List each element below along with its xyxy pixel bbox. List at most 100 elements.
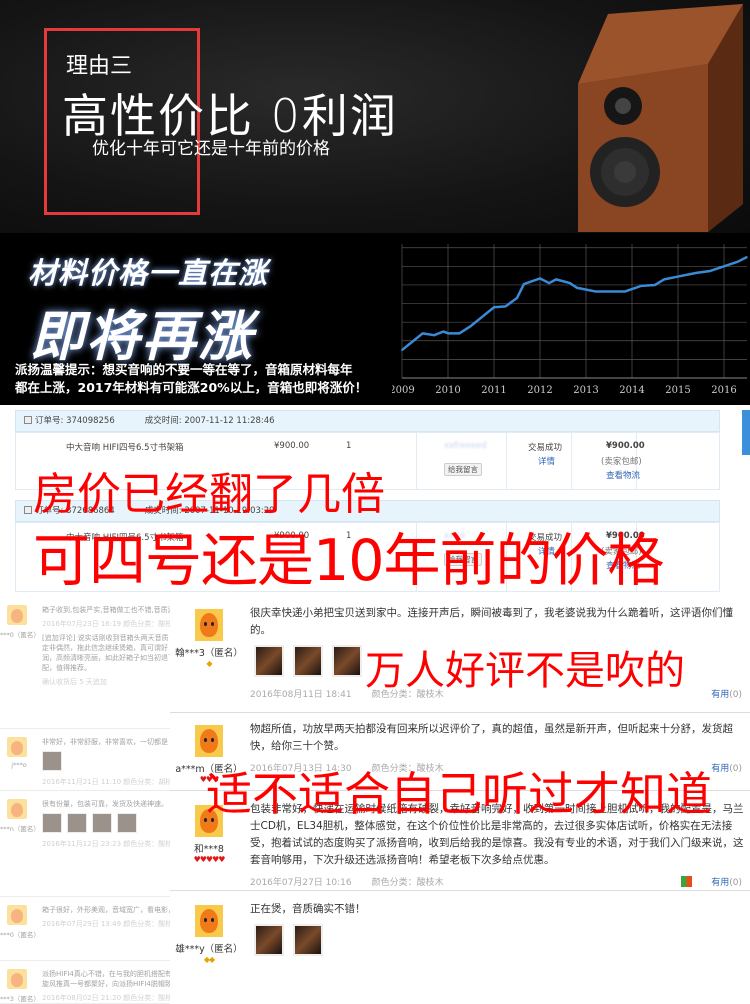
- left-review-item: ***0（匿名） 箱子很好，外形美观，音域宽广，看电影， 2016年07月29日 1…: [0, 897, 170, 961]
- total-price: ¥900.00: [606, 441, 645, 451]
- avatar-face: [200, 909, 218, 933]
- band-headline: 即将再涨: [30, 305, 254, 368]
- append-text: 定非偶然，拖此信念继续煲箱，真可谓好: [42, 644, 168, 652]
- useful-button[interactable]: 有用(0): [711, 875, 742, 888]
- data-point: [447, 332, 449, 335]
- note-line-1: 派扬温馨提示：想买音响的不要一等在等了，音箱原材料每年: [15, 362, 353, 377]
- useful-button[interactable]: 有用(0): [711, 687, 742, 700]
- left-review-item: j***o 非常好，非常舒服，非常喜欢，一切都是 2016年11月21日 11:10…: [0, 729, 170, 791]
- reviewer-name: ***0（匿名）: [0, 631, 40, 639]
- avatar: [195, 609, 223, 641]
- seller-name[interactable]: xxfreeeed: [444, 441, 487, 451]
- data-point: [640, 285, 642, 287]
- order-time: 成交时间: 2007-11-12 11:28:46: [144, 416, 275, 426]
- reviewer-name: j***o: [11, 761, 27, 769]
- data-point: [569, 282, 571, 284]
- reviewer-level-badge: ◆◆: [203, 955, 215, 964]
- reviewer-name: ***3（匿名）: [0, 995, 40, 1003]
- data-point: [677, 275, 679, 278]
- column-divider: [506, 433, 507, 489]
- data-point: [663, 278, 665, 281]
- avatar: [7, 969, 27, 989]
- x-tick-label: 2009: [392, 385, 415, 396]
- data-point: [737, 260, 739, 263]
- data-point: [548, 282, 550, 284]
- data-point: [433, 334, 435, 336]
- avatar: [7, 605, 27, 625]
- append-meta: 确认收货后 5 天追加: [42, 678, 107, 686]
- review-photo[interactable]: [42, 813, 62, 833]
- review-photo[interactable]: [332, 645, 362, 677]
- review-photo[interactable]: [92, 813, 112, 833]
- x-tick-label: 2016: [711, 385, 736, 396]
- data-point: [470, 325, 472, 327]
- order-number: 订单号: 374098256: [35, 416, 115, 426]
- review-item: 雄***y（匿名） ◆◆ 正在煲，音质确实不错！: [170, 891, 750, 1004]
- avatar: [195, 725, 223, 757]
- review-photo[interactable]: [293, 645, 323, 677]
- left-review-item: ***3（匿名） 派扬HIFI4真心不错，在与我的胆机搭配有 旋风推真一号都聚好，向…: [0, 961, 170, 1004]
- detail-link[interactable]: 详情: [538, 455, 555, 467]
- avatar: [7, 905, 27, 925]
- data-point: [442, 330, 445, 333]
- material-price-chart: 2009 2010 2011 2012 2013 2014 2015 2016: [392, 244, 748, 396]
- data-point: [594, 290, 596, 293]
- review-text: 正在煲，音质确实不错！: [250, 903, 366, 915]
- speaker-image: [578, 4, 743, 232]
- data-point: [412, 339, 415, 342]
- data-point: [709, 270, 711, 272]
- review-text: 非常好，非常舒服，非常喜欢，一切都是: [42, 738, 168, 746]
- order-checkbox[interactable]: [24, 416, 32, 424]
- review-text: 物超所值，功放早两天拍都没有回来所以迟评价了，真的超值，虽然是新开声，但听起来十…: [250, 723, 733, 752]
- review-date: 2016年07月27日 10:16: [250, 878, 352, 888]
- avatar-face: [200, 613, 218, 637]
- overlay-reviews-real: 万人好评不是吹的: [365, 648, 685, 694]
- column-divider: [416, 433, 417, 489]
- gift-icon[interactable]: [681, 876, 692, 887]
- x-tick-label: 2010: [435, 385, 460, 396]
- useful-count: (0): [729, 764, 742, 774]
- review-photo[interactable]: [67, 813, 87, 833]
- reviewer-name: ***n（匿名）: [0, 825, 40, 833]
- review-photo[interactable]: [254, 645, 284, 677]
- left-review-item: ***n（匿名） 很有份量，包装可靠，发货及快递神速。 2016年11月12日 23…: [0, 791, 170, 897]
- order-header: 订单号: 374098256 成交时间: 2007-11-12 11:28:46: [15, 410, 720, 432]
- reviewer-name[interactable]: 翰***3（匿名）: [170, 645, 248, 659]
- data-point: [401, 349, 403, 351]
- review-date: 2016年08月11日 18:41: [250, 690, 352, 700]
- reviewer-name: ***0（匿名）: [0, 931, 40, 939]
- data-point: [624, 290, 626, 293]
- x-tick-label: 2013: [573, 385, 598, 396]
- order-checkbox[interactable]: [24, 506, 32, 514]
- review-meta: 2016年08月02日 21:20 颜色分类：酸枝木: [42, 994, 170, 1002]
- data-point: [555, 278, 557, 281]
- note-line-2: 都在上涨，2017年材料有可能涨20%以上，音箱也即将涨价！: [15, 380, 368, 395]
- scrollbar[interactable]: [742, 410, 750, 455]
- shipping-note: (卖家包邮): [601, 457, 642, 467]
- logistics-link[interactable]: 查看物流: [606, 469, 640, 481]
- product-name[interactable]: 中大音响 HIFI四号6.5寸书架箱: [66, 441, 184, 453]
- append-text: 配，值得推荐。: [42, 664, 91, 672]
- overlay-same-price: 可四号还是10年前的价格: [33, 528, 665, 594]
- append-text: [追加评论] 说实话刚收到音箱头两天音质: [42, 634, 169, 642]
- review-text: 很有份量，包装可靠，发货及快递神速。: [42, 800, 168, 808]
- review-photo[interactable]: [254, 924, 284, 956]
- overlay-listen-yourself: 适不适合自己听过才知道: [206, 767, 712, 821]
- review-photo[interactable]: [293, 924, 323, 956]
- review-meta: 2016年11月21日 11:10 颜色分类：胡桃木: [42, 778, 170, 786]
- data-point: [493, 306, 495, 309]
- review-meta: 2016年11月12日 23:23 颜色分类：酸枝木: [42, 840, 170, 848]
- data-point: [576, 286, 578, 289]
- review-meta: 2016年07月29日 13:49 颜色分类：酸枝木: [42, 920, 170, 928]
- review-photo[interactable]: [117, 813, 137, 833]
- useful-button[interactable]: 有用(0): [711, 761, 742, 774]
- message-button[interactable]: 给我留言: [444, 463, 482, 476]
- hero-subline: 优化十年可它还是十年前的价格: [92, 139, 330, 159]
- append-text: 润，高频清晰亮丽，如此好箱子如当初退了: [42, 654, 170, 662]
- useful-label: 有用: [711, 878, 730, 888]
- band-title: 材料价格一直在涨: [28, 256, 269, 290]
- useful-label: 有用: [711, 764, 730, 774]
- review-photo[interactable]: [42, 751, 62, 771]
- reviewer-name[interactable]: 雄***y（匿名）: [170, 941, 248, 955]
- reviewer-name[interactable]: 和***8: [170, 841, 248, 855]
